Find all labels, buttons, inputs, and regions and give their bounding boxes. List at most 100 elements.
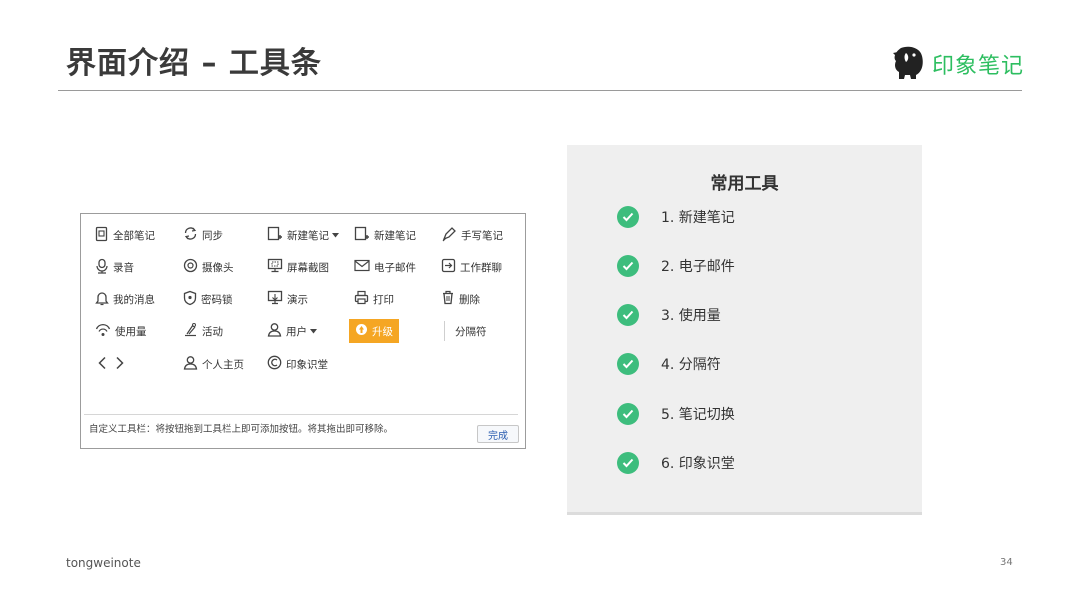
sync-icon <box>183 226 198 244</box>
toolbar-item-yinxiang-class[interactable]: 印象识堂 <box>267 353 328 375</box>
toolbar-item-new-note[interactable]: 新建笔记 <box>354 224 416 246</box>
user-icon <box>267 322 282 340</box>
common-tool-label: 3. 使用量 <box>661 308 721 324</box>
common-tools-heading: 常用工具 <box>710 174 779 194</box>
yinxiang-class-icon <box>267 355 282 373</box>
toolbar-item-label: 同步 <box>202 229 223 242</box>
toolbar-item-label: 全部笔记 <box>113 229 155 242</box>
printer-icon <box>354 290 369 308</box>
toolbar-item-label: 活动 <box>202 325 223 338</box>
toolbar-item-label: 手写笔记 <box>461 229 503 242</box>
toolbar-item-handwriting[interactable]: 手写笔记 <box>441 224 503 246</box>
toolbar-item-activity[interactable]: 活动 <box>183 320 223 342</box>
toolbar-item-sync[interactable]: 同步 <box>183 224 223 246</box>
common-tool-label: 5. 笔记切换 <box>661 407 735 423</box>
common-tools-box: 常用工具 1. 新建笔记 2. 电子邮件 3. 使用量 4. 分隔符 5. 笔记… <box>567 145 922 515</box>
bell-icon <box>95 290 109 309</box>
presentation-icon <box>267 290 283 308</box>
common-tool-label: 4. 分隔符 <box>661 357 721 373</box>
check-icon <box>617 304 639 326</box>
toolbar-item-label: 打印 <box>373 293 394 306</box>
toolbar-item-back-forward[interactable] <box>97 353 125 375</box>
toolbar-item-label: 个人主页 <box>202 358 244 371</box>
toolbar-item-new-note-dropdown[interactable]: 新建笔记 <box>267 224 339 246</box>
forward-icon <box>115 356 125 373</box>
toolbar-item-delete[interactable]: 删除 <box>441 288 480 310</box>
common-tool-item: 2. 电子邮件 <box>617 255 735 277</box>
toolbar-item-label: 新建笔记 <box>287 229 329 242</box>
toolbar-item-label: 我的消息 <box>113 293 155 306</box>
toolbar-item-label: 印象识堂 <box>286 358 328 371</box>
new-note-icon <box>354 226 370 245</box>
toolbar-item-label: 分隔符 <box>455 325 487 338</box>
microphone-icon <box>95 258 109 277</box>
common-tool-label: 1. 新建笔记 <box>661 210 735 226</box>
toolbar-item-camera[interactable]: 摄像头 <box>183 256 234 278</box>
toolbar-item-password-lock[interactable]: 密码锁 <box>183 288 233 310</box>
slide-title: 界面介绍 – 工具条 <box>66 46 322 81</box>
page-number: 34 <box>1000 557 1013 568</box>
done-button[interactable]: 完成 <box>477 425 519 443</box>
brand-logo: 印象笔记 <box>892 44 1024 84</box>
camera-icon <box>183 258 198 276</box>
email-icon <box>354 259 370 275</box>
common-tool-item: 5. 笔记切换 <box>617 403 735 425</box>
screenshot-icon <box>267 258 283 276</box>
common-tool-item: 4. 分隔符 <box>617 353 721 375</box>
check-icon <box>617 353 639 375</box>
toolbar-item-presentation[interactable]: 演示 <box>267 288 308 310</box>
usage-icon <box>95 323 111 340</box>
toolbar-item-messages[interactable]: 我的消息 <box>95 288 155 310</box>
customize-hint: 自定义工具栏：将按钮拖到工具栏上即可添加按钮。将其拖出即可移除。 <box>89 424 394 435</box>
toolbar-item-label: 使用量 <box>115 325 147 338</box>
upgrade-icon <box>355 323 368 339</box>
common-tool-item: 6. 印象识堂 <box>617 452 735 474</box>
activity-icon <box>183 322 198 340</box>
toolbar-item-user[interactable]: 用户 <box>267 320 317 342</box>
toolbar-item-label: 工作群聊 <box>460 261 502 274</box>
toolbar-item-label: 摄像头 <box>202 261 234 274</box>
toolbar-item-label: 屏幕截图 <box>287 261 329 274</box>
elephant-logo-icon <box>892 44 926 84</box>
new-note-dropdown-icon <box>267 226 283 245</box>
check-icon <box>617 403 639 425</box>
toolbar-item-email[interactable]: 电子邮件 <box>354 256 416 278</box>
trash-icon <box>441 290 455 308</box>
check-icon <box>617 452 639 474</box>
toolbar-item-print[interactable]: 打印 <box>354 288 394 310</box>
toolbar-item-profile[interactable]: 个人主页 <box>183 353 244 375</box>
toolbar-item-label: 密码锁 <box>201 293 233 306</box>
profile-icon <box>183 355 198 373</box>
toolbar-item-separator[interactable]: 分隔符 <box>444 321 487 341</box>
common-tool-item: 1. 新建笔记 <box>617 206 735 228</box>
check-icon <box>617 206 639 228</box>
chevron-down-icon <box>332 229 339 241</box>
work-chat-icon <box>441 258 456 276</box>
toolbar-item-work-chat[interactable]: 工作群聊 <box>441 256 502 278</box>
toolbar-item-screenshot[interactable]: 屏幕截图 <box>267 256 329 278</box>
common-tool-label: 6. 印象识堂 <box>661 456 735 472</box>
toolbar-item-label: 用户 <box>286 325 307 338</box>
toolbar-item-all-notes[interactable]: 全部笔记 <box>95 224 155 246</box>
header-divider <box>58 90 1022 91</box>
chevron-down-icon <box>310 325 317 337</box>
check-icon <box>617 255 639 277</box>
panel-divider <box>84 414 518 415</box>
toolbar-item-label: 升级 <box>372 325 393 338</box>
common-tool-label: 2. 电子邮件 <box>661 259 735 275</box>
toolbar-item-label: 演示 <box>287 293 308 306</box>
all-notes-icon <box>95 226 109 245</box>
lock-icon <box>183 290 197 309</box>
common-tool-item: 3. 使用量 <box>617 304 721 326</box>
footer-author: tongweinote <box>66 556 141 570</box>
toolbar-item-label: 删除 <box>459 293 480 306</box>
toolbar-item-upgrade[interactable]: 升级 <box>349 319 399 343</box>
toolbar-item-label: 电子邮件 <box>374 261 416 274</box>
toolbar-item-label: 录音 <box>113 261 134 274</box>
toolbar-item-audio[interactable]: 录音 <box>95 256 134 278</box>
back-icon <box>97 356 107 373</box>
handwriting-icon <box>441 226 457 245</box>
brand-name: 印象笔记 <box>932 54 1025 79</box>
toolbar-item-label: 新建笔记 <box>374 229 416 242</box>
toolbar-item-usage[interactable]: 使用量 <box>95 320 147 342</box>
